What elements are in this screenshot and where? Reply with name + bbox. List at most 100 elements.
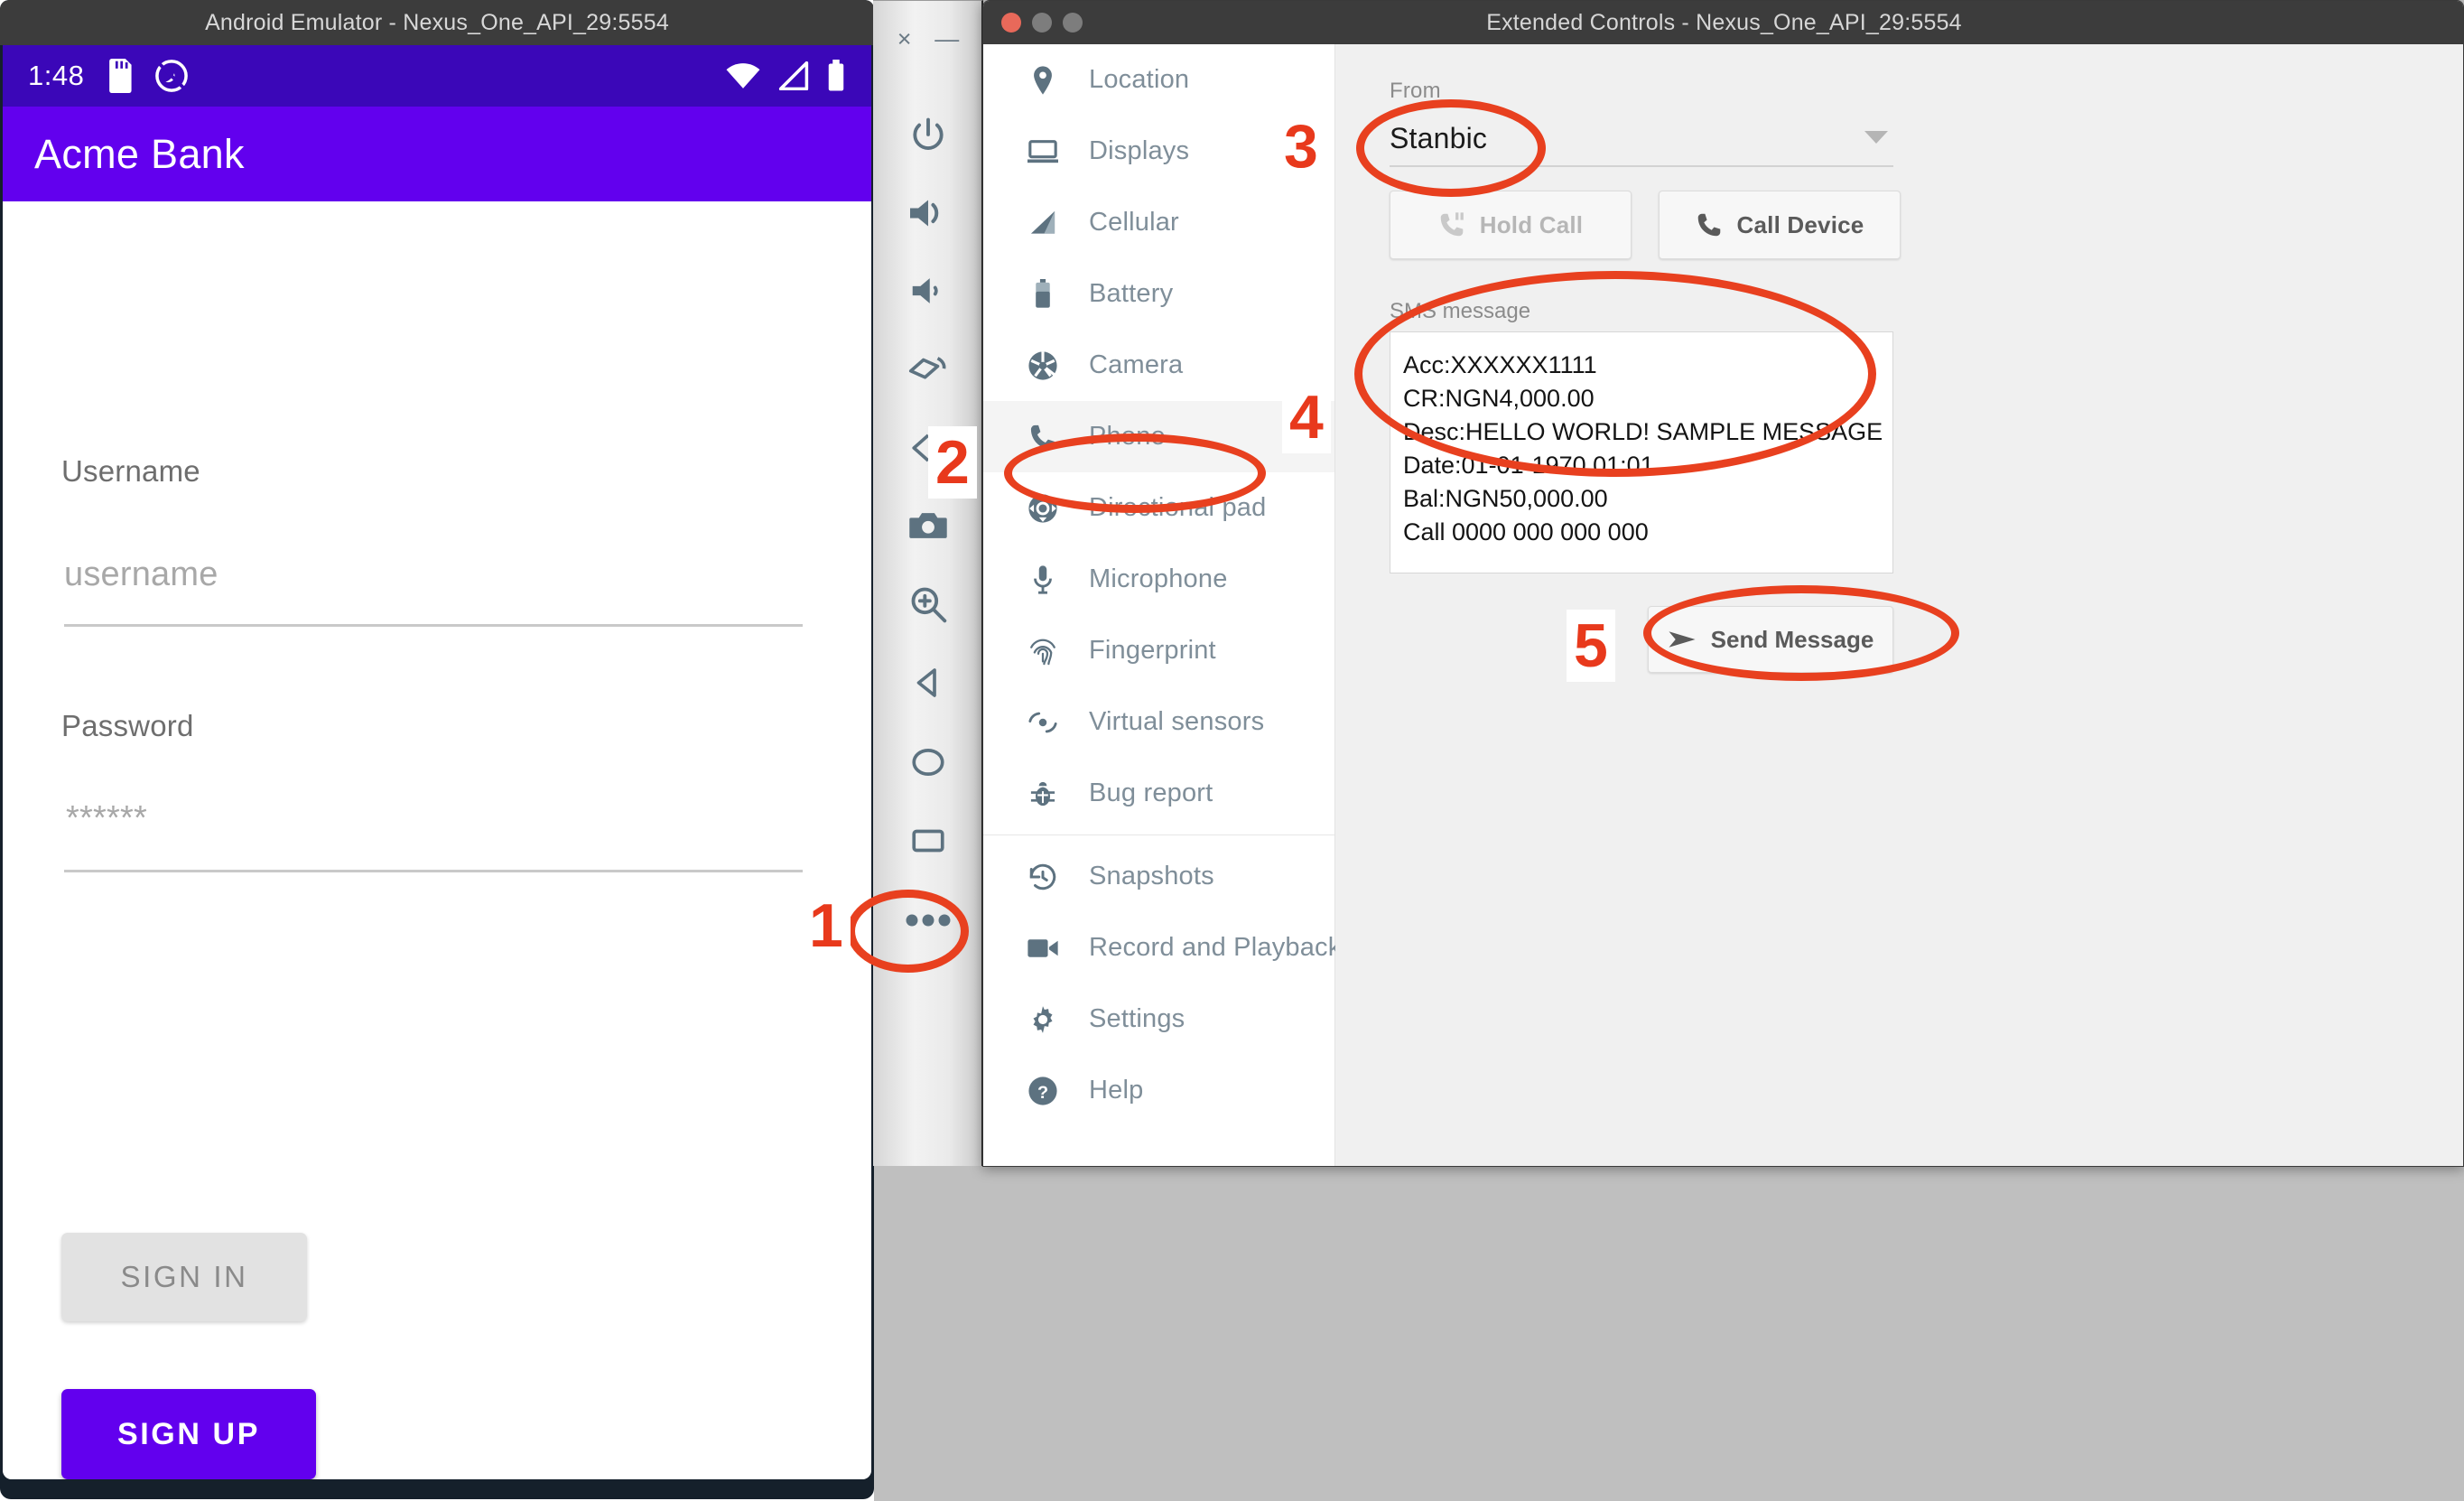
menu-item-snapshots[interactable]: Snapshots [983,841,1334,912]
virtual-sensors-icon [1027,706,1059,739]
from-field[interactable]: Stanbic [1390,111,1893,167]
password-input[interactable]: ****** [66,799,147,838]
annotation-number-5: 5 [1567,610,1615,682]
app-title: Acme Bank [34,130,245,177]
annotation-number-3: 3 [1277,110,1325,182]
more-icon [906,914,951,927]
menu-label: Battery [1089,279,1174,308]
maximize-window-button[interactable] [1063,13,1083,33]
dpad-icon [1027,492,1059,525]
call-device-button[interactable]: Call Device [1659,191,1901,259]
menu-label: Settings [1089,1004,1186,1033]
menu-label: Camera [1089,350,1184,379]
volume-up-icon [910,200,939,227]
volume-down-button[interactable] [873,252,981,330]
sms-message-label: SMS message [1390,299,1531,323]
menu-item-virtual-sensors[interactable]: Virtual sensors [983,686,1334,758]
video-camera-icon [1027,932,1059,965]
snapshot-history-icon [1027,861,1059,893]
extended-controls-menu: Location Displays Cellular Battery Camer… [983,44,1341,1166]
location-pin-icon [1027,64,1059,97]
menu-label: Bug report [1089,778,1213,807]
call-device-icon [1697,213,1720,237]
screenshot-icon [909,513,947,538]
hold-call-button[interactable]: Hold Call [1390,191,1632,259]
emulator-screen: 1:48 Acme Bank Username username Passwor… [3,45,871,1479]
emulator-titlebar[interactable]: Android Emulator - Nexus_One_API_29:5554 [0,0,874,45]
send-message-button[interactable]: Send Message [1648,606,1893,673]
hold-call-label: Hold Call [1479,210,1584,238]
password-underline [64,870,803,872]
sign-up-label: SIGN UP [116,1416,260,1451]
overview-button[interactable] [873,802,981,880]
sms-line: Date:01-01-1970 01:01 [1403,451,1654,479]
annotation-number-2: 2 [928,426,977,499]
close-icon[interactable]: × [897,26,912,51]
menu-label: Cellular [1089,208,1179,237]
menu-item-record-and-playback[interactable]: Record and Playback [983,912,1341,984]
sign-up-button[interactable]: SIGN UP [61,1389,316,1479]
home-button[interactable] [873,723,981,801]
menu-label: Location [1089,65,1190,94]
sms-line: Acc:XXXXXX1111 [1403,351,1597,378]
bug-icon [1027,778,1059,810]
microphone-icon [1027,564,1059,596]
app-bar: Acme Bank [3,107,871,201]
status-bar-right-group [725,60,846,92]
from-value: Stanbic [1390,121,1488,154]
display-icon [1027,135,1059,168]
android-status-bar: 1:48 [3,45,871,107]
more-button[interactable] [873,881,981,959]
volume-up-button[interactable] [873,174,981,252]
overview-icon [912,829,944,853]
emulator-side-toolbar: × — [873,0,983,1166]
menu-item-cellular[interactable]: Cellular [983,187,1334,258]
emulator-window-title: Android Emulator - Nexus_One_API_29:5554 [205,9,669,35]
sms-line: CR:NGN4,000.00 [1403,384,1595,412]
menu-item-help[interactable]: ? Help [983,1055,1334,1126]
send-row: Send Message [1390,606,1893,673]
menu-item-fingerprint[interactable]: Fingerprint [983,615,1334,686]
menu-label: Snapshots [1089,862,1214,890]
username-input[interactable]: username [64,555,219,594]
menu-item-settings[interactable]: Settings [983,984,1334,1055]
minimize-window-button[interactable] [1032,13,1052,33]
gear-icon [1027,1003,1059,1036]
menu-item-microphone[interactable]: Microphone [983,544,1334,615]
home-icon [912,749,944,776]
send-icon [1669,631,1696,648]
password-label: Password [61,709,194,742]
menu-label: Help [1089,1076,1144,1105]
username-underline [64,624,803,627]
power-button[interactable] [873,96,981,173]
minimize-icon[interactable]: — [934,26,959,51]
rotate-left-button[interactable] [873,331,981,408]
help-circle-icon: ? [1027,1075,1059,1107]
from-label: From [1390,79,1441,103]
sign-in-button[interactable]: SIGN IN [61,1233,307,1321]
power-icon [913,117,944,150]
zoom-button[interactable] [873,565,981,643]
menu-item-battery[interactable]: Battery [983,258,1334,330]
sd-card-icon [109,59,132,93]
sms-message-box[interactable]: Acc:XXXXXX1111 CR:NGN4,000.00 Desc:HELLO… [1390,331,1893,573]
menu-label: Record and Playback [1089,933,1342,962]
cellular-icon [1027,207,1059,239]
screenshot-root: Android Emulator - Nexus_One_API_29:5554… [0,0,2464,1501]
back-icon [916,668,936,697]
volume-down-icon [912,278,938,303]
wifi-icon [726,63,760,89]
zoom-icon [911,587,947,623]
menu-item-bug-report[interactable]: Bug report [983,758,1334,829]
menu-label: Microphone [1089,564,1228,593]
back-button[interactable] [873,644,981,722]
chevron-down-icon[interactable] [1864,131,1888,144]
traffic-light-buttons [983,13,1083,33]
menu-item-directional-pad[interactable]: Directional pad [983,472,1334,544]
menu-item-location[interactable]: Location [983,44,1334,116]
hold-call-icon [1440,212,1464,237]
username-label: Username [61,454,200,488]
close-window-button[interactable] [1001,13,1021,33]
extended-controls-titlebar[interactable]: Extended Controls - Nexus_One_API_29:555… [983,1,2463,44]
dnd-icon [155,60,189,92]
